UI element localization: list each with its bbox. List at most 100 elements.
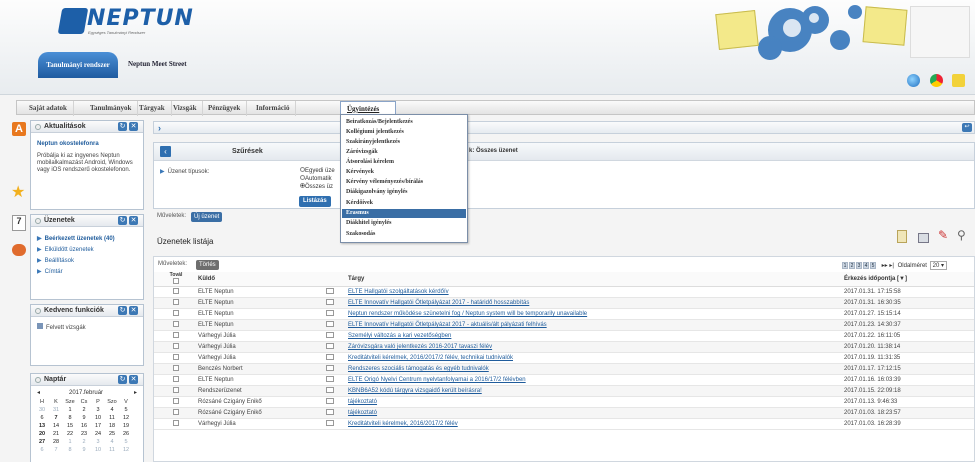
browser-icon[interactable] [930, 74, 943, 87]
calendar-day[interactable]: 1 [63, 406, 77, 414]
calendar-day[interactable]: 18 [105, 422, 119, 430]
dropdown-item[interactable]: Kérvény véleményezés/bírálás [342, 178, 466, 187]
dropdown-item[interactable]: Kérdőívek [342, 199, 466, 208]
calendar-day[interactable]: 24 [91, 430, 105, 438]
row-checkbox[interactable] [173, 420, 179, 426]
select-all-header[interactable]: Továl [154, 272, 198, 287]
pin-icon[interactable]: ✎ [938, 228, 948, 242]
calendar-day[interactable]: 17 [91, 422, 105, 430]
close-icon[interactable]: ✕ [129, 216, 138, 225]
calendar-day[interactable]: 14 [49, 422, 63, 430]
next-month-icon[interactable]: ▸ [134, 389, 137, 396]
row-checkbox[interactable] [173, 354, 179, 360]
dropdown-item[interactable]: Beiratkozás/Bejelentkezés [342, 118, 466, 127]
calendar-day[interactable]: 15 [63, 422, 77, 430]
page-link[interactable]: 1 [842, 262, 848, 269]
row-checkbox[interactable] [173, 343, 179, 349]
globe-icon[interactable] [907, 74, 920, 87]
module-tab[interactable]: Tanulmányi rendszer [38, 52, 118, 78]
calendar-day[interactable]: 1 [63, 438, 77, 446]
calendar-day[interactable]: 5 [119, 406, 133, 414]
dropdown-item[interactable]: Kérvények [342, 168, 466, 177]
table-row[interactable]: ELTE Neptun Neptun rendszer működése szün… [154, 309, 974, 320]
calendar-day[interactable]: 30 [35, 406, 49, 414]
font-size-icon[interactable]: A [12, 122, 26, 136]
delete-button[interactable]: Törlés [196, 260, 219, 270]
table-row[interactable]: Benczés Norbert Rendszeres szociális támo… [154, 363, 974, 375]
calendar-day[interactable]: 3 [91, 406, 105, 414]
calendar-day[interactable]: 28 [49, 438, 63, 446]
row-checkbox[interactable] [173, 288, 179, 294]
row-checkbox[interactable] [173, 299, 179, 305]
directory-link[interactable]: ▶ Címtár [37, 268, 63, 275]
dropdown-item[interactable]: Kollégiumi jelentkezés [342, 128, 466, 137]
favorite-item[interactable]: Felvett vizsgák [37, 323, 86, 331]
subject-link[interactable]: Záróvizsgára való jelentkezés 2016-2017 … [348, 342, 844, 353]
row-checkbox[interactable] [173, 321, 179, 327]
calendar-day[interactable]: 13 [35, 422, 49, 430]
calendar-day[interactable]: 21 [49, 430, 63, 438]
calendar-day[interactable]: 8 [63, 414, 77, 422]
close-icon[interactable]: ✕ [129, 375, 138, 384]
table-row[interactable]: ELTE Neptun ELTE Hallgatói szolgáltatások… [154, 287, 974, 298]
table-row[interactable]: Várhegyi Júlia Személyi változás a kari v… [154, 331, 974, 342]
radio-option[interactable]: Automatik [300, 175, 335, 183]
subject-link[interactable]: tájékoztató [348, 408, 844, 419]
dropdown-item[interactable]: Átsorolási kérelem [342, 158, 466, 167]
calendar-day[interactable]: 2 [77, 438, 91, 446]
subject-link[interactable]: tájékoztató [348, 397, 844, 408]
page-link[interactable]: 3 [856, 262, 862, 269]
calendar-day[interactable]: 4 [105, 406, 119, 414]
radio-option[interactable]: Összes üz [300, 183, 335, 191]
sent-link[interactable]: ▶ Elküldött üzenetek [37, 246, 94, 253]
table-row[interactable]: ELTE Neptun ELTE Innovatív Hallgatói Ötle… [154, 319, 974, 331]
menu-targyak[interactable]: Tárgyak [133, 101, 172, 116]
table-row[interactable]: ELTE Neptun ELTE Innovatív Hallgatói Ötle… [154, 297, 974, 309]
meet-street-title[interactable]: Neptun Meet Street [128, 60, 187, 68]
table-row[interactable]: Várhegyi Júlia Kreditátviteli kérelmek, 2… [154, 353, 974, 364]
subject-link[interactable]: KBNB6A52 kódú tárgyra vizsgaidő került b… [348, 386, 844, 397]
subject-link[interactable]: Kreditátviteli kérelmek, 2016/2017/2 fél… [348, 353, 844, 364]
page-link[interactable]: 2 [849, 262, 855, 269]
prev-month-icon[interactable]: ◂ [37, 389, 40, 396]
calendar-day[interactable]: 2 [77, 406, 91, 414]
refresh-icon[interactable]: ↻ [118, 216, 127, 225]
pager-next-icon[interactable]: ▸▸ ▸| [882, 263, 894, 269]
select-all-checkbox[interactable] [173, 278, 179, 284]
subject-link[interactable]: ELTE Origó Nyelvi Centrum nyelvtanfolyam… [348, 375, 844, 386]
calendar-day[interactable]: 11 [105, 414, 119, 422]
calendar-day[interactable]: 3 [91, 438, 105, 446]
list-button[interactable]: Listázás [299, 196, 331, 207]
calendar-day[interactable]: 31 [49, 406, 63, 414]
subject-header[interactable]: Tárgy [348, 272, 844, 287]
page-link[interactable]: 5 [870, 262, 876, 269]
row-checkbox[interactable] [173, 398, 179, 404]
close-icon[interactable]: ✕ [129, 306, 138, 315]
date-header[interactable]: Érkezés időpontja [▼] [844, 272, 974, 287]
page-size-select[interactable]: 20 ▾ [929, 261, 947, 270]
menu-sajat-adatok[interactable]: Saját adatok [23, 101, 74, 116]
radio-option[interactable]: Egyedi üze [300, 167, 335, 175]
settings-link[interactable]: ▶ Beállítások [37, 257, 74, 264]
search-icon[interactable]: ⚲ [957, 228, 966, 242]
menu-penzugyek[interactable]: Pénzügyek [202, 101, 248, 116]
subject-link[interactable]: ELTE Innovatív Hallgatói Ötletpályázat 2… [348, 320, 844, 331]
dropdown-item[interactable]: Záróvizsgák [342, 148, 466, 157]
calendar-day[interactable]: 8 [63, 446, 77, 454]
calendar-day[interactable]: 6 [35, 446, 49, 454]
calendar-day[interactable]: 9 [77, 414, 91, 422]
sender-header[interactable]: Küldő [198, 272, 326, 287]
inbox-link[interactable]: ▶ Beérkezett üzenetek (40) [37, 235, 115, 242]
dropdown-item[interactable]: Szakosodás [342, 230, 466, 239]
subject-link[interactable]: Kreditátviteli kérelmek, 2016/2017/2 fél… [348, 419, 844, 430]
calendar-day[interactable]: 22 [63, 430, 77, 438]
calendar-day[interactable]: 19 [119, 422, 133, 430]
dropdown-item[interactable]: Szakirányjelentkezés [342, 138, 466, 147]
table-row[interactable]: Rózsáné Czigány Enikő tájékoztató 2017.01.… [154, 397, 974, 408]
page-link[interactable]: 4 [863, 262, 869, 269]
calendar-day[interactable]: 4 [105, 438, 119, 446]
row-checkbox[interactable] [173, 310, 179, 316]
calendar-day-icon[interactable]: 7 [12, 215, 26, 231]
chat-icon[interactable] [12, 244, 26, 256]
row-checkbox[interactable] [173, 376, 179, 382]
